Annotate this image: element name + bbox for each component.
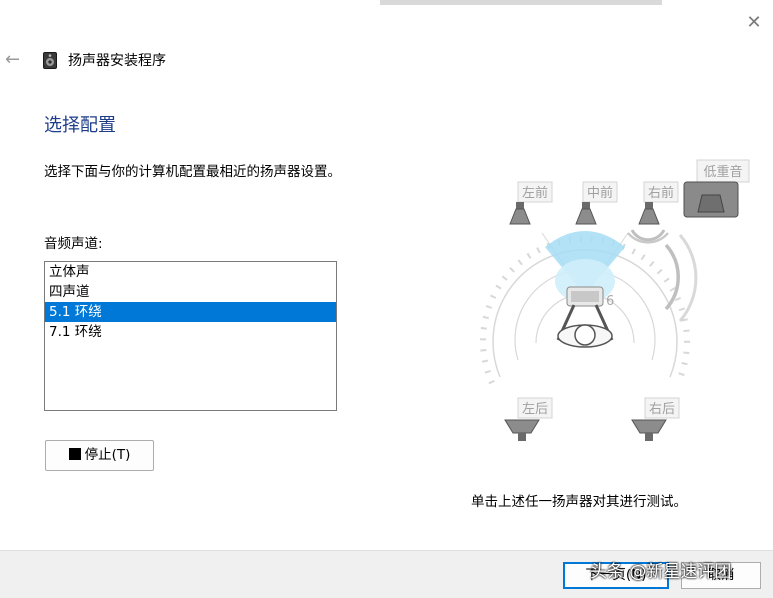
- speaker-rear-left[interactable]: 左后: [504, 397, 553, 441]
- speaker-front-center[interactable]: 中前: [575, 181, 618, 225]
- close-icon[interactable]: ✕: [744, 13, 764, 33]
- channel-item-7-1[interactable]: 7.1 环绕: [45, 322, 336, 342]
- stop-button[interactable]: 停止(T): [45, 440, 154, 471]
- speaker-diagram: 6 左前 中前 右前 低重音 左后 右后: [480, 159, 750, 441]
- degree-label: 6: [606, 294, 614, 309]
- speaker-label-subwoofer: 低重音: [703, 164, 742, 180]
- channels-listbox[interactable]: 立体声 四声道 5.1 环绕 7.1 环绕: [44, 261, 337, 411]
- app-title: 扬声器安装程序: [68, 53, 166, 69]
- speaker-icon: [43, 52, 57, 69]
- speaker-rear-right[interactable]: 右后: [631, 397, 680, 441]
- channel-item-quad[interactable]: 四声道: [45, 282, 336, 302]
- title-bar-strip: [380, 0, 662, 5]
- speaker-subwoofer[interactable]: 低重音: [683, 159, 750, 218]
- sound-waves: [627, 229, 698, 322]
- speaker-front-left[interactable]: 左前: [509, 181, 553, 225]
- speaker-label-front-center: 中前: [587, 185, 613, 201]
- channel-item-stereo[interactable]: 立体声: [45, 262, 336, 282]
- speaker-label-rear-left: 左后: [522, 402, 548, 417]
- speaker-label-front-left: 左前: [522, 185, 548, 201]
- watermark-text: 头条 @新星速评团: [590, 562, 732, 582]
- speaker-front-right[interactable]: 右前: [638, 181, 679, 225]
- speaker-label-rear-right: 右后: [649, 402, 675, 417]
- stop-icon: [68, 448, 81, 460]
- channels-label: 音频声道:: [44, 236, 103, 252]
- description-text: 选择下面与你的计算机配置最相近的扬声器设置。: [44, 164, 341, 180]
- back-arrow-icon[interactable]: ←: [5, 51, 23, 69]
- speaker-label-front-right: 右前: [648, 185, 674, 201]
- page-heading: 选择配置: [44, 115, 116, 136]
- test-hint-text: 单击上述任一扬声器对其进行测试。: [471, 494, 687, 510]
- channel-item-5-1[interactable]: 5.1 环绕: [45, 302, 336, 322]
- stop-button-label: 停止(T): [84, 447, 131, 463]
